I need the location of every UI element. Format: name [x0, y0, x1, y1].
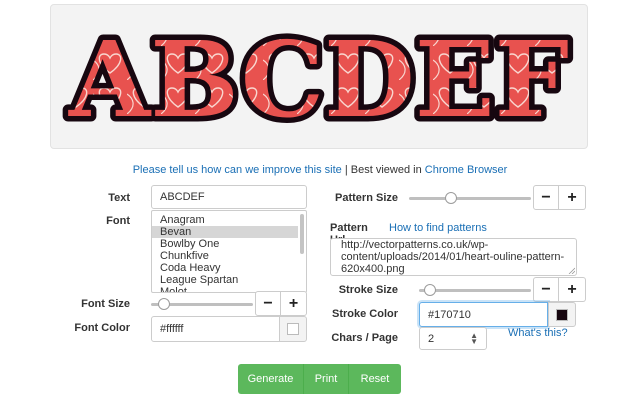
listbox-scrollbar[interactable] — [299, 212, 305, 292]
whats-this-link[interactable]: What's this? — [508, 327, 568, 339]
preview-text-fill: ABCDEF — [68, 18, 569, 141]
font-color-swatch[interactable] — [279, 316, 307, 342]
chrome-browser-link[interactable]: Chrome Browser — [425, 164, 508, 176]
color-chip — [556, 308, 568, 321]
pattern-size-plus-button[interactable]: + — [559, 185, 586, 210]
stroke-color-label: Stroke Color — [331, 308, 398, 320]
chars-per-page-value: 2 — [428, 332, 435, 345]
pattern-url-line: content/uploads/2014/01/heart-ouline-pat… — [341, 251, 565, 263]
font-option[interactable]: Anagram — [152, 214, 306, 226]
font-color-label: Font Color — [74, 322, 130, 334]
font-color-input[interactable]: #ffffff — [151, 316, 280, 342]
text-preview-panel: ABCDEF ABCDEF — [50, 4, 588, 149]
text-label: Text — [108, 192, 130, 204]
font-option[interactable]: Chunkfive — [152, 250, 306, 262]
chars-per-page-select[interactable]: 2 ▲ ▼ — [419, 327, 487, 350]
pattern-url-line: http://vectorpatterns.co.uk/wp- — [341, 239, 489, 251]
slider-thumb[interactable] — [445, 192, 457, 204]
color-chip — [287, 323, 299, 335]
font-label: Font — [106, 215, 130, 227]
info-separator: | — [341, 164, 351, 176]
generate-button[interactable]: Generate — [238, 364, 304, 394]
font-size-minus-button[interactable]: − — [255, 291, 281, 316]
print-button[interactable]: Print — [304, 364, 349, 394]
font-listbox[interactable]: Anagram Bevan Bowlby One Chunkfive Coda Heav… — [151, 210, 307, 293]
pattern-url-line: 620x400.png — [341, 263, 405, 275]
font-size-slider[interactable] — [151, 298, 253, 310]
font-size-plus-button[interactable]: + — [281, 291, 307, 316]
font-option[interactable]: Bowlby One — [152, 238, 306, 250]
up-down-arrows-icon: ▲ ▼ — [470, 330, 478, 346]
styled-text-preview: ABCDEF ABCDEF — [62, 12, 574, 142]
stroke-size-minus-button[interactable]: − — [533, 277, 559, 302]
feedback-link[interactable]: Please tell us how can we improve this s… — [133, 164, 342, 176]
stroke-size-slider[interactable] — [419, 284, 531, 296]
stroke-size-plus-button[interactable]: + — [559, 277, 586, 302]
font-option[interactable]: Bevan — [152, 226, 298, 238]
stroke-size-label: Stroke Size — [338, 284, 398, 296]
stroke-color-input[interactable]: #170710 — [419, 302, 548, 327]
slider-thumb[interactable] — [424, 284, 436, 296]
pattern-size-minus-button[interactable]: − — [533, 185, 559, 210]
text-input[interactable]: ABCDEF — [151, 185, 307, 209]
pattern-url-textarea[interactable]: http://vectorpatterns.co.uk/wp- content/… — [330, 238, 577, 276]
pattern-size-label: Pattern Size — [335, 192, 398, 204]
font-option[interactable]: Coda Heavy — [152, 262, 306, 274]
resize-handle[interactable] — [568, 267, 575, 274]
slider-thumb[interactable] — [158, 298, 170, 310]
best-viewed-text: Best viewed in — [350, 164, 425, 176]
stroke-color-swatch[interactable] — [548, 302, 576, 327]
slider-track — [409, 197, 531, 200]
action-button-group: Generate Print Reset — [238, 364, 401, 394]
info-line: Please tell us how can we improve this s… — [0, 164, 640, 176]
font-size-label: Font Size — [81, 298, 130, 310]
how-to-find-patterns-link[interactable]: How to find patterns — [389, 222, 487, 234]
font-option[interactable]: League Spartan — [152, 274, 306, 286]
reset-button[interactable]: Reset — [349, 364, 401, 394]
pattern-size-slider[interactable] — [409, 192, 531, 204]
chars-per-page-label: Chars / Page — [331, 332, 398, 344]
